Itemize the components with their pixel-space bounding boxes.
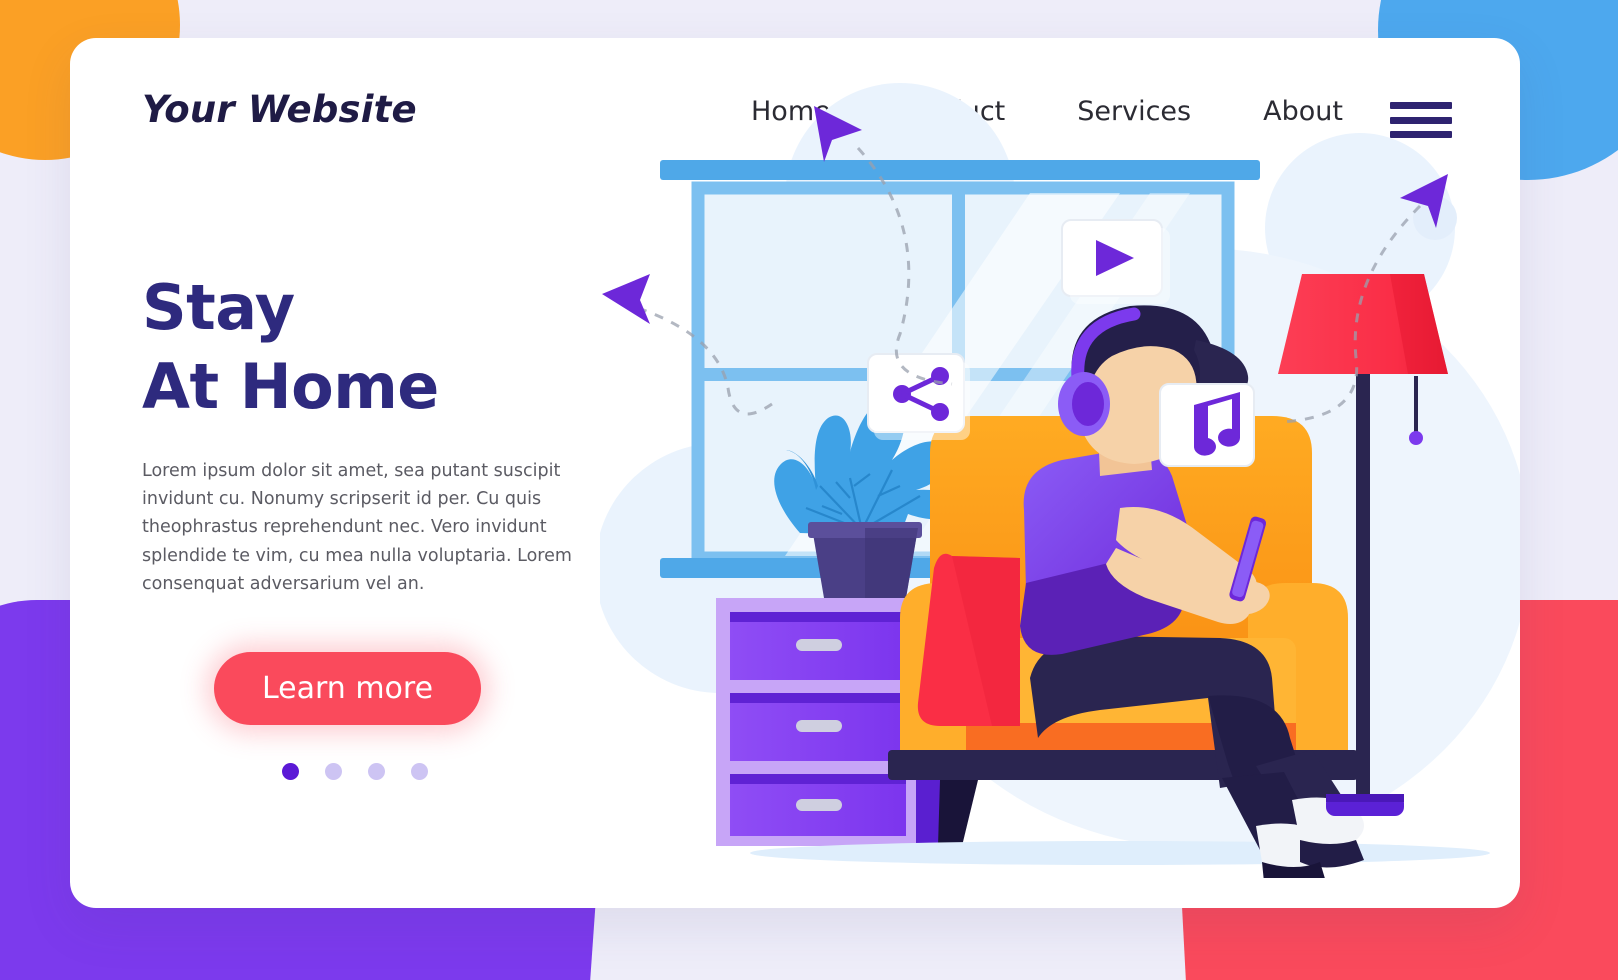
- carousel-dot-4[interactable]: [411, 763, 428, 781]
- nightstand-drawer: [730, 693, 906, 761]
- nightstand-drawer: [730, 774, 906, 836]
- carousel-dot-2[interactable]: [325, 763, 342, 781]
- learn-more-button[interactable]: Learn more: [214, 652, 481, 726]
- landing-page-card: Your Website Home Product Services About…: [70, 38, 1520, 908]
- carousel-dot-1[interactable]: [282, 763, 299, 781]
- brand-logo[interactable]: Your Website: [142, 88, 417, 131]
- red-cushion-illustration: [917, 553, 1020, 726]
- paper-plane-icon: [602, 274, 650, 324]
- hero-paragraph: Lorem ipsum dolor sit amet, sea putant s…: [142, 460, 572, 595]
- carousel-dot-3[interactable]: [368, 763, 385, 781]
- music-card: [1159, 383, 1255, 467]
- page-title: Stay At Home: [142, 268, 662, 427]
- hero-title-line-1: Stay: [142, 271, 295, 344]
- hero-illustration: [600, 78, 1520, 878]
- hero-title-line-2: At Home: [142, 350, 439, 424]
- share-card: [867, 353, 970, 440]
- nightstand-drawer: [730, 612, 906, 680]
- hero-copy: Stay At Home Lorem ipsum dolor sit amet,…: [142, 268, 662, 781]
- play-card: [1061, 219, 1170, 304]
